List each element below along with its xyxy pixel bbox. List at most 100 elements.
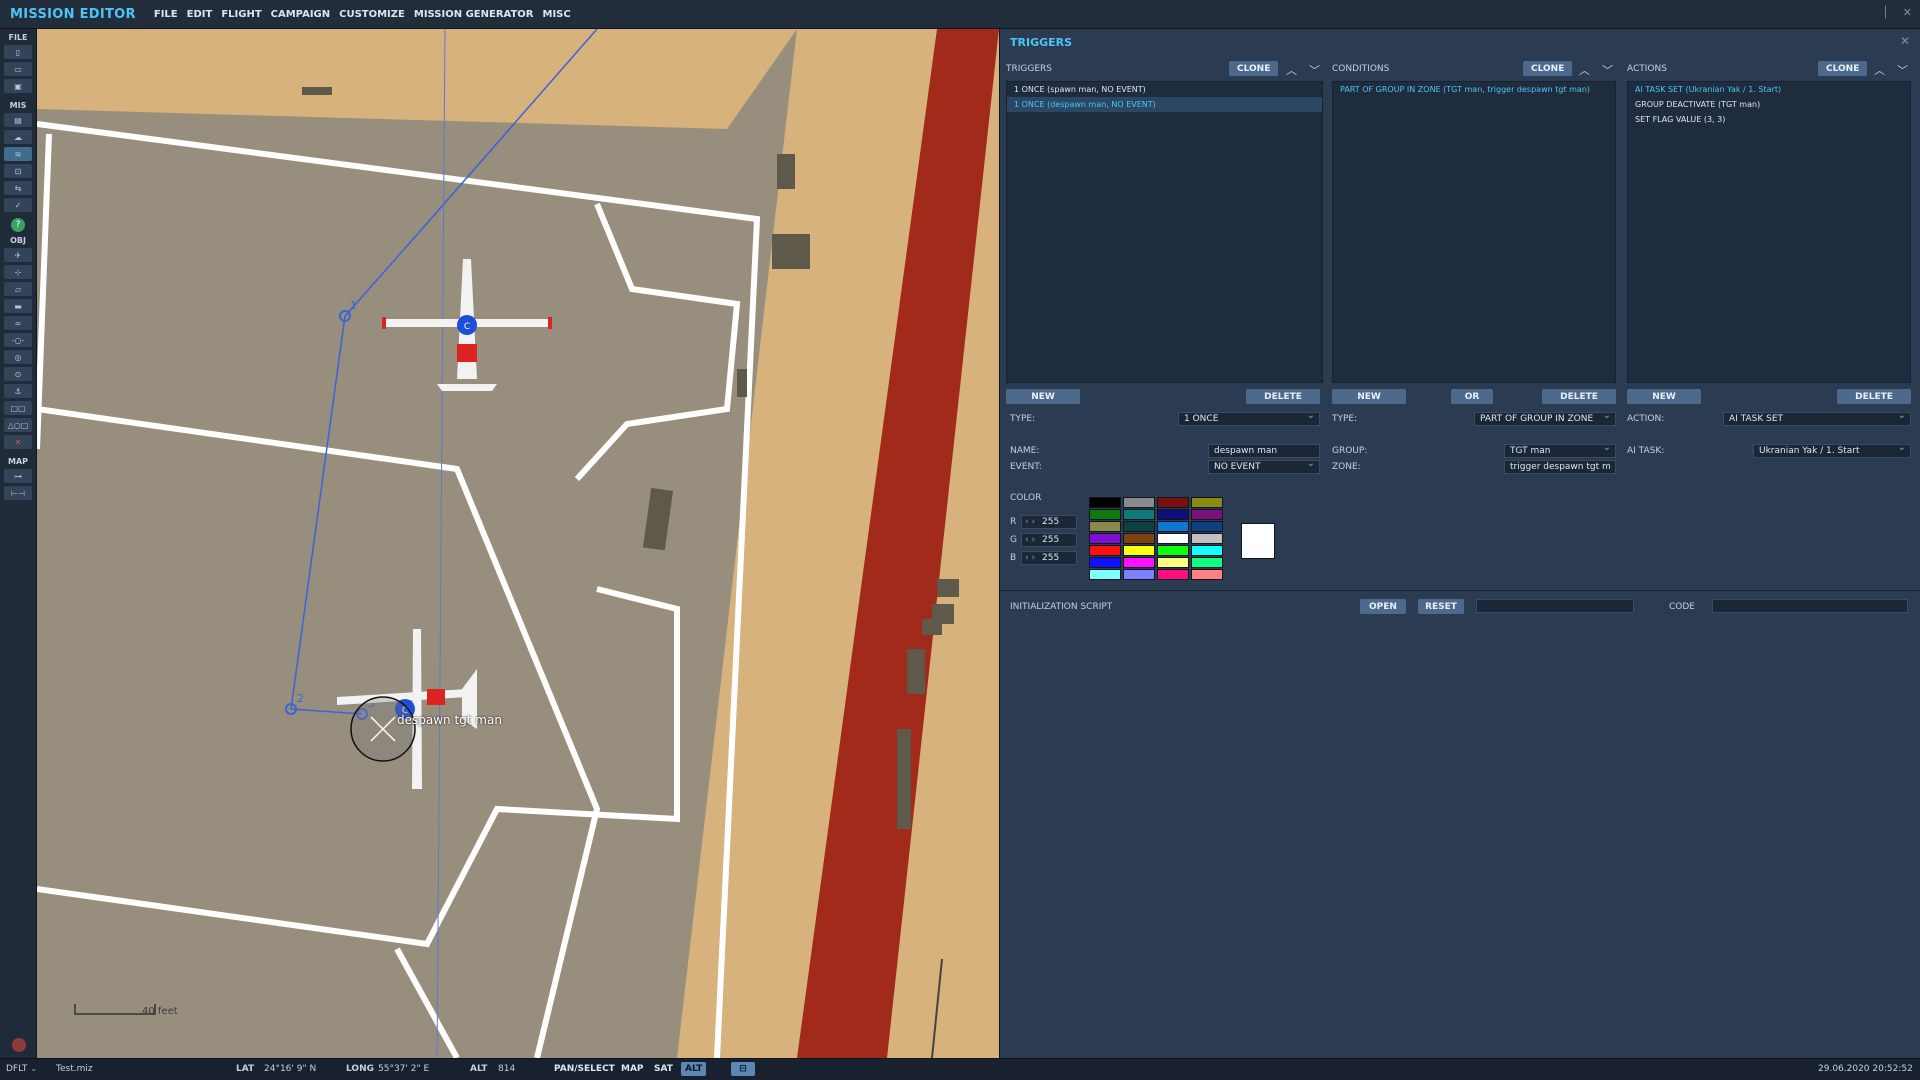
menu-campaign[interactable]: CAMPAIGN (271, 9, 330, 20)
color-swatch[interactable] (1157, 533, 1189, 544)
conditions-clone-button[interactable]: CLONE (1523, 61, 1573, 76)
condition-type-select[interactable]: PART OF GROUP IN ZONE (1474, 410, 1616, 426)
color-swatch[interactable] (1191, 557, 1223, 568)
color-g-spinner[interactable]: 255 (1021, 533, 1077, 547)
menu-edit[interactable]: EDIT (187, 9, 213, 20)
color-swatch[interactable] (1191, 497, 1223, 508)
action-aitask-select[interactable]: Ukranian Yak / 1. Start (1753, 442, 1911, 458)
convoy-icon[interactable]: ∞ (4, 316, 32, 330)
actions-delete-button[interactable]: DELETE (1837, 389, 1911, 404)
menu-misc[interactable]: MISC (543, 9, 571, 20)
triggers-up-icon[interactable]: ︿ (1286, 62, 1297, 78)
goals-icon[interactable]: ⊡ (4, 164, 32, 178)
conditions-down-icon[interactable]: ﹀ (1602, 62, 1613, 78)
triggers-clone-button[interactable]: CLONE (1229, 61, 1279, 76)
color-swatch[interactable] (1191, 545, 1223, 556)
static-icon[interactable]: ⚓ (4, 384, 32, 398)
action-type-select[interactable]: AI TASK SET (1723, 410, 1911, 426)
color-swatch[interactable] (1089, 557, 1121, 568)
init-script-open-button[interactable]: OPEN (1360, 599, 1406, 614)
triggers-icon[interactable]: ≋ (4, 147, 32, 161)
target-icon[interactable]: ◎ (4, 350, 32, 364)
helicopter-icon[interactable]: ⊹ (4, 265, 32, 279)
init-script-reset-button[interactable]: RESET (1418, 599, 1464, 614)
triggers-new-button[interactable]: NEW (1006, 389, 1080, 404)
color-swatch[interactable] (1123, 521, 1155, 532)
coalitions-icon[interactable]: ⇆ (4, 181, 32, 195)
profile-select[interactable]: DFLT (6, 1064, 27, 1074)
zone-icon[interactable]: ⊙ (4, 367, 32, 381)
color-swatch[interactable] (1089, 545, 1121, 556)
color-swatch[interactable] (1157, 521, 1189, 532)
profile-dropdown-icon[interactable]: ⌄ (30, 1064, 38, 1074)
color-swatch[interactable] (1191, 521, 1223, 532)
list-item[interactable]: SET FLAG VALUE (3, 3) (1628, 112, 1910, 127)
menu-mission-generator[interactable]: MISSION GENERATOR (414, 9, 534, 20)
trigger-name-input[interactable]: despawn man (1208, 444, 1320, 458)
condition-zone-select[interactable]: trigger despawn tgt m (1504, 458, 1616, 474)
map-canvas[interactable]: 1 2 3 C C (37, 29, 999, 1058)
help-icon[interactable]: ? (11, 218, 25, 232)
color-r-spinner[interactable]: 255 (1021, 515, 1077, 529)
color-swatch[interactable] (1157, 509, 1189, 520)
toggle-panel-icon[interactable]: ⊟ (731, 1062, 755, 1076)
map-view[interactable]: 1 2 3 C C despawn tgt (37, 29, 999, 1058)
map-key-icon[interactable]: ⊶ (4, 469, 32, 483)
color-swatch[interactable] (1157, 545, 1189, 556)
alt-mode-button[interactable]: ALT (681, 1062, 707, 1076)
sat-mode-button[interactable]: SAT (650, 1062, 677, 1076)
menu-file[interactable]: FILE (154, 9, 178, 20)
color-swatch[interactable] (1123, 569, 1155, 580)
list-item[interactable]: AI TASK SET (Ukranian Yak / 1. Start) (1628, 82, 1910, 97)
briefing-icon[interactable]: ▤ (4, 113, 32, 127)
triggers-list[interactable]: 1 ONCE (spawn man, NO EVENT) 1 ONCE (des… (1006, 81, 1323, 383)
color-swatch[interactable] (1089, 497, 1121, 508)
color-swatch[interactable] (1089, 533, 1121, 544)
actions-new-button[interactable]: NEW (1627, 389, 1701, 404)
color-swatch[interactable] (1157, 569, 1189, 580)
color-swatch[interactable] (1157, 497, 1189, 508)
weather-icon[interactable]: ☁ (4, 130, 32, 144)
color-swatch[interactable] (1123, 533, 1155, 544)
shapes-icon[interactable]: △○□ (4, 418, 32, 432)
conditions-up-icon[interactable]: ︿ (1579, 62, 1590, 78)
actions-list[interactable]: AI TASK SET (Ukranian Yak / 1. Start) GR… (1627, 81, 1911, 383)
color-swatch[interactable] (1089, 509, 1121, 520)
triggers-delete-button[interactable]: DELETE (1246, 389, 1320, 404)
color-swatch[interactable] (1123, 497, 1155, 508)
color-swatch[interactable] (1191, 509, 1223, 520)
trigger-event-select[interactable]: NO EVENT (1208, 458, 1320, 474)
new-file-icon[interactable]: ▯ (4, 45, 32, 59)
condition-group-select[interactable]: TGT man (1504, 442, 1616, 458)
minimize-icon[interactable]: │ (1882, 6, 1889, 19)
map-mode-button[interactable]: MAP (617, 1062, 648, 1076)
vehicle-icon[interactable]: ▬ (4, 299, 32, 313)
save-file-icon[interactable]: ▣ (4, 79, 32, 93)
list-item[interactable]: PART OF GROUP IN ZONE (TGT man, trigger … (1333, 82, 1615, 97)
check-icon[interactable]: ✓ (4, 198, 32, 212)
color-swatch[interactable] (1123, 545, 1155, 556)
template-icon[interactable]: ▢▢ (4, 401, 32, 415)
delete-object-icon[interactable]: ✕ (4, 435, 32, 449)
menu-flight[interactable]: FLIGHT (221, 9, 261, 20)
color-swatch[interactable] (1089, 569, 1121, 580)
ship-icon[interactable]: ⏥ (4, 282, 32, 296)
color-swatch[interactable] (1089, 521, 1121, 532)
color-swatch[interactable] (1123, 557, 1155, 568)
close-icon[interactable]: ✕ (1903, 6, 1912, 19)
record-icon[interactable] (12, 1038, 26, 1052)
waypoint-icon[interactable]: -○- (4, 333, 32, 347)
open-file-icon[interactable]: ▭ (4, 62, 32, 76)
color-swatch[interactable] (1157, 557, 1189, 568)
conditions-or-button[interactable]: OR (1451, 389, 1493, 404)
init-script-file-input[interactable] (1476, 599, 1634, 613)
list-item[interactable]: GROUP DEACTIVATE (TGT man) (1628, 97, 1910, 112)
conditions-delete-button[interactable]: DELETE (1542, 389, 1616, 404)
color-swatch[interactable] (1123, 509, 1155, 520)
list-item[interactable]: 1 ONCE (despawn man, NO EVENT) (1007, 97, 1322, 112)
ruler-icon[interactable]: ⊢⊣ (4, 486, 32, 500)
triggers-down-icon[interactable]: ﹀ (1309, 62, 1320, 78)
airplane-icon[interactable]: ✈ (4, 248, 32, 262)
actions-down-icon[interactable]: ﹀ (1897, 62, 1908, 78)
menu-customize[interactable]: CUSTOMIZE (339, 9, 405, 20)
